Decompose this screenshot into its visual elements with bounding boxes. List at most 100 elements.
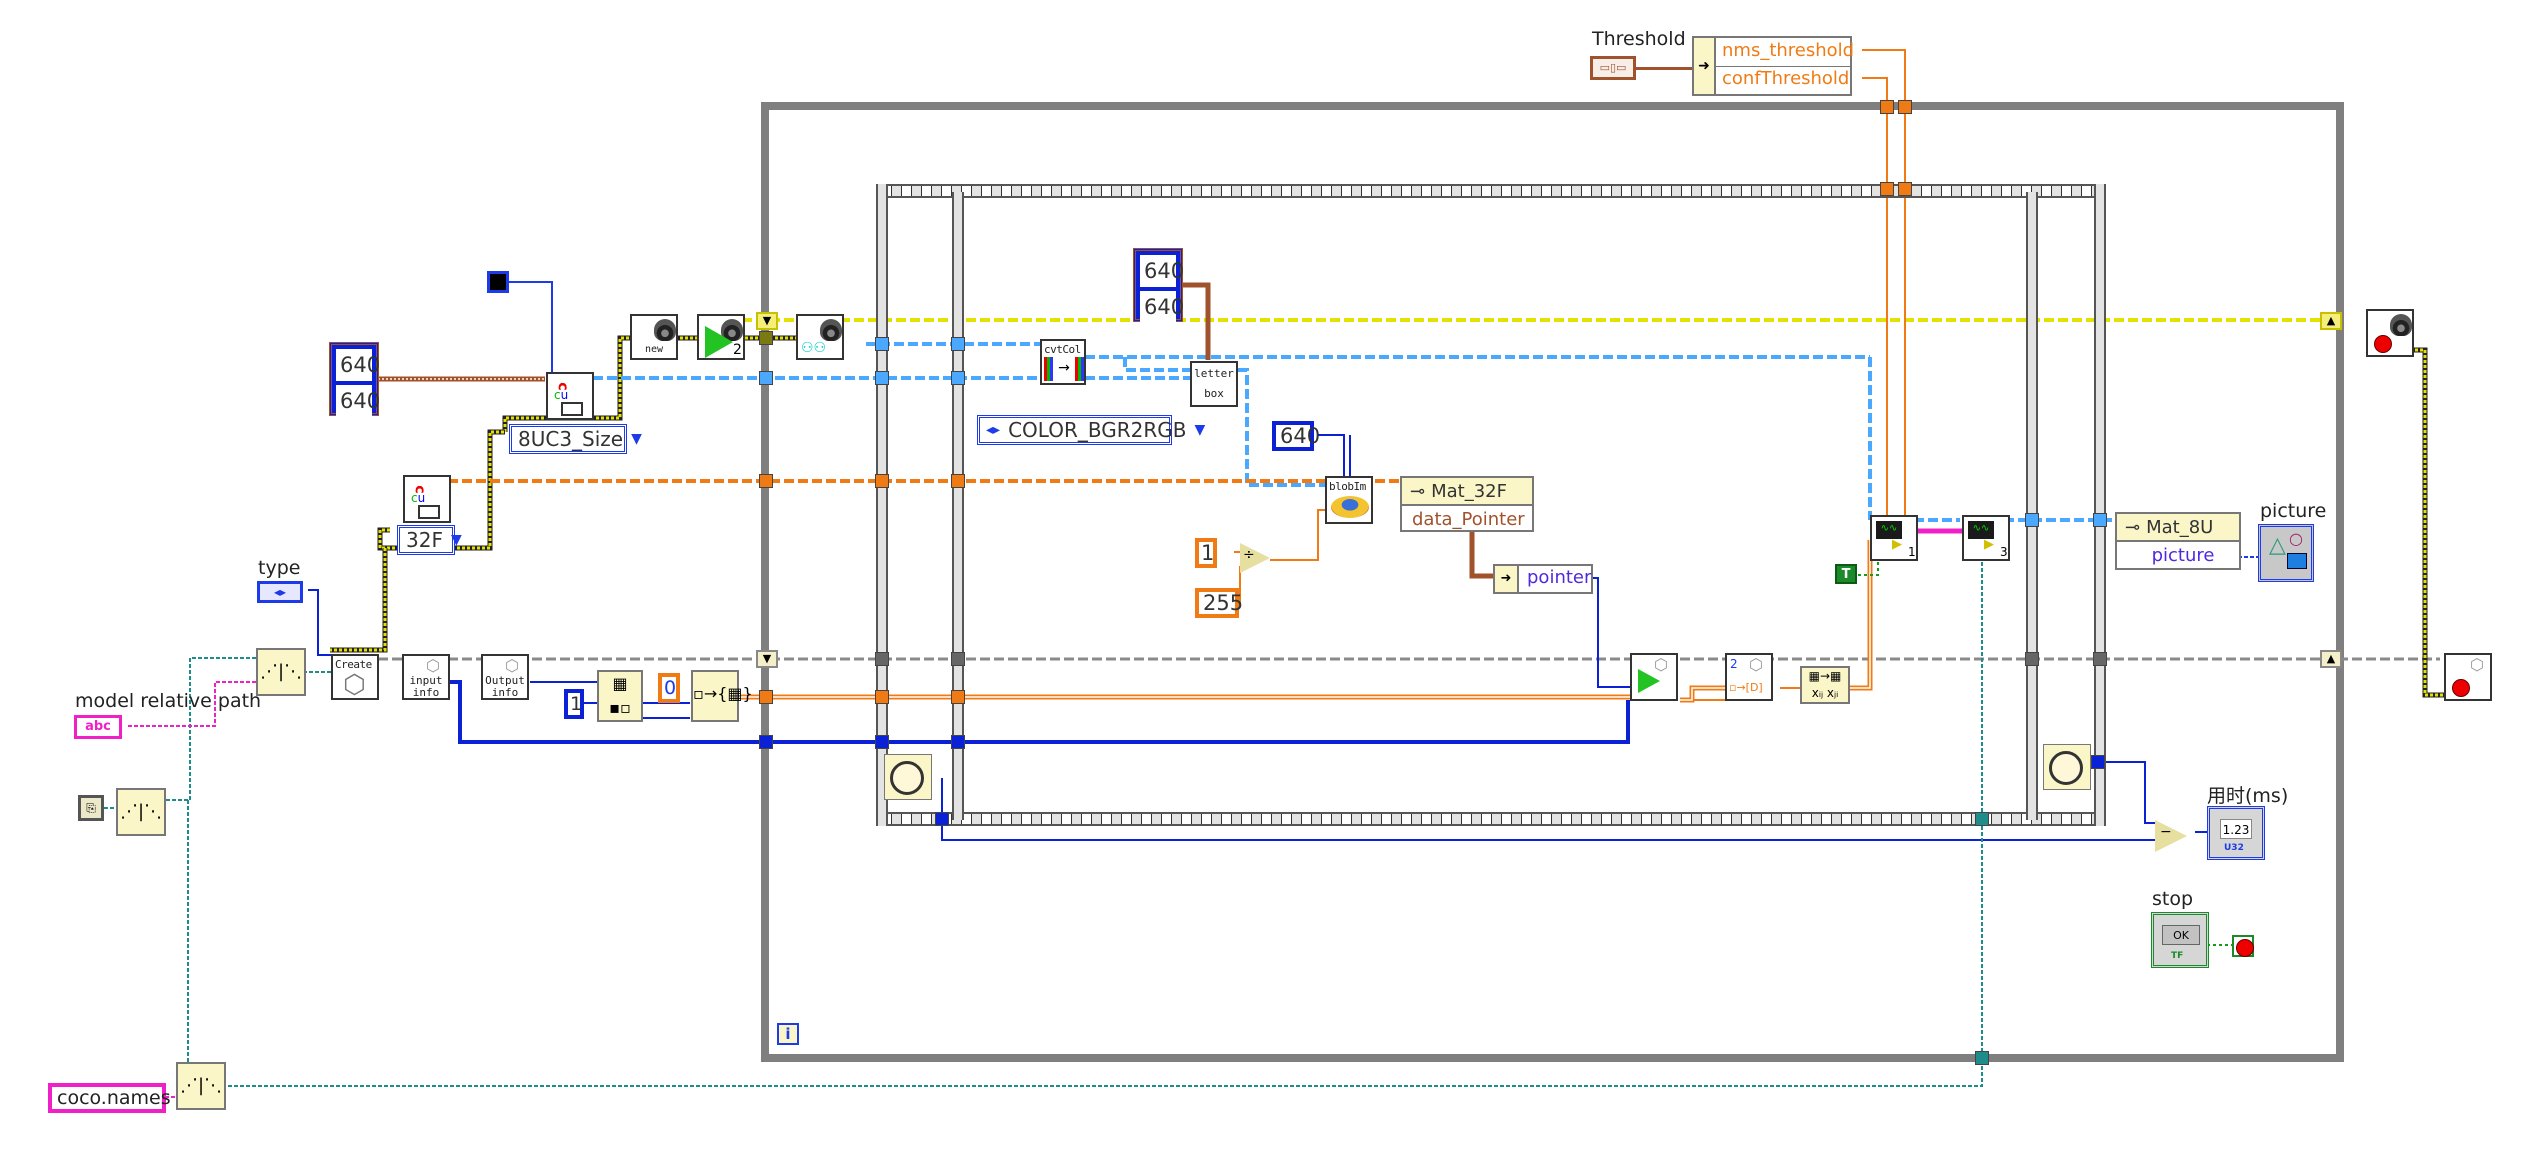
build-path-node-1[interactable]: ⋰|⋱ xyxy=(116,788,166,836)
mat32f-property-node[interactable]: ⊸ Mat_32F data_Pointer xyxy=(1400,476,1534,532)
mat-type-ring-8uc3[interactable]: 8UC3_Size ▼ xyxy=(509,424,642,454)
tunnel xyxy=(875,337,889,351)
build-path-node-2[interactable]: ⋰|⋱ xyxy=(256,648,306,696)
shift-register-camera-left[interactable]: ▼ xyxy=(756,312,778,330)
tunnel xyxy=(951,474,965,488)
threshold-unbundle[interactable]: ➜ nms_threshold confThreshold xyxy=(1692,36,1854,96)
divide-numerator-constant[interactable]: 1 xyxy=(1195,538,1217,568)
initialize-array-node[interactable]: ▫→{▦} xyxy=(691,670,753,722)
dnn-icon: ⬡ xyxy=(1749,655,1763,674)
app-dir-node[interactable]: ⎘ xyxy=(78,795,104,821)
wire-tensor-array xyxy=(740,540,1873,703)
iteration-terminal: i xyxy=(777,1023,799,1045)
class-name: Mat_32F xyxy=(1431,480,1507,502)
model-path-control[interactable]: abc xyxy=(74,715,122,739)
color-conversion-ring[interactable]: ◂▸ COLOR_BGR2RGB ▼ xyxy=(977,415,1205,445)
boolean-true-constant[interactable]: T xyxy=(1835,564,1857,584)
index-zero-constant[interactable]: 0 xyxy=(658,673,680,703)
picture-indicator[interactable]: △ ○ xyxy=(2258,524,2314,582)
tunnel xyxy=(875,371,889,385)
camera-start-node[interactable]: 2 xyxy=(697,314,745,360)
dnn-icon: ⬡ xyxy=(505,656,519,675)
field-nms-threshold[interactable]: nms_threshold xyxy=(1722,40,1854,61)
property-data-pointer[interactable]: data_Pointer xyxy=(1402,506,1532,532)
size-width[interactable]: 640 xyxy=(336,349,380,381)
tick-count-start[interactable] xyxy=(884,754,932,800)
divide-denominator-constant[interactable]: 255 xyxy=(1195,588,1243,618)
stop-button-control[interactable]: OK TF xyxy=(2151,912,2209,968)
reshape-array-node[interactable]: ▦ ▪▫ xyxy=(597,670,643,722)
mat8u-property-node[interactable]: ⊸ Mat_8U picture xyxy=(2115,512,2241,570)
loop-condition-terminal[interactable] xyxy=(2232,935,2254,957)
color-scalar-constant[interactable] xyxy=(487,271,509,293)
dnn-get-output-node[interactable]: 2 ⬡ ▫→[D] xyxy=(1725,653,1773,701)
draw-result-node-3[interactable]: ∿∿ ▶ 3 xyxy=(1962,515,2010,561)
draw-result-node-1[interactable]: ∿∿ ▶ 1 xyxy=(1870,515,1918,561)
ring-value: COLOR_BGR2RGB xyxy=(1008,418,1187,442)
node-caption: blobIm xyxy=(1329,480,1366,493)
dnn-release-node[interactable]: ⬡ xyxy=(2444,653,2492,701)
size-cluster-constant[interactable]: 640 640 xyxy=(329,342,380,417)
divider xyxy=(1716,66,1852,67)
array-output-icon: ▫→[D] xyxy=(1729,681,1763,694)
node-caption: letter xyxy=(1194,367,1234,380)
size-width[interactable]: 640 xyxy=(1140,255,1184,287)
tunnel xyxy=(1975,812,1989,826)
mat-type-ring-32f[interactable]: 32F ▼ xyxy=(397,525,462,555)
elapsed-indicator[interactable]: 1.23 U32 xyxy=(2207,806,2265,860)
build-path-node-3[interactable]: ⋰|⋱ xyxy=(176,1062,226,1110)
elapsed-value: 1.23 xyxy=(2220,819,2252,839)
camera-close-node[interactable] xyxy=(2366,309,2414,357)
tunnel xyxy=(2093,513,2107,527)
dnn-infer-node[interactable]: ⬡ xyxy=(1630,653,1678,701)
blob-size-constant[interactable]: 640 xyxy=(1272,421,1320,451)
tunnel xyxy=(2091,755,2105,769)
node-caption: info xyxy=(491,686,519,699)
type-control[interactable]: ◂▸ xyxy=(257,581,303,603)
blob-from-image-node[interactable]: blobIm xyxy=(1325,476,1373,524)
threshold-label: Threshold xyxy=(1592,28,1686,50)
ring-value: 32F xyxy=(406,528,443,552)
dnn-create-node[interactable]: Create ⬡ xyxy=(331,654,379,700)
field-conf-threshold[interactable]: confThreshold xyxy=(1722,68,1849,89)
size-height[interactable]: 640 xyxy=(336,385,380,417)
camera-read-node[interactable]: ⚇⚇ xyxy=(796,314,844,360)
transpose-array-node[interactable]: ▦→▦ xᵢⱼ xⱼᵢ xyxy=(1800,666,1850,704)
pointer-bundle-node[interactable]: ➜ pointer xyxy=(1493,564,1593,594)
shift-register-dnn-right[interactable]: ▲ xyxy=(2320,650,2342,668)
ring-value: 8UC3_Size xyxy=(518,427,624,451)
dnn-output-info-node[interactable]: ⬡ Output info xyxy=(481,654,529,700)
coco-names-constant[interactable]: coco.names xyxy=(48,1083,171,1113)
threshold-control[interactable]: ▭▯▭ xyxy=(1590,56,1636,80)
picture-icon: △ xyxy=(2269,533,2286,558)
dnn-icon: ⬡ xyxy=(343,670,366,700)
node-caption: box xyxy=(1204,387,1224,400)
tick-count-end[interactable] xyxy=(2043,744,2091,790)
field-pointer[interactable]: pointer xyxy=(1527,567,1591,588)
dnn-input-info-node[interactable]: ⬡ input info xyxy=(402,654,450,700)
cvtcolor-node[interactable]: cvtCol → xyxy=(1040,339,1086,385)
wire-integer xyxy=(308,434,2210,841)
reshape-one-constant[interactable]: 1 xyxy=(564,689,584,719)
letterbox-node[interactable]: letter box xyxy=(1190,361,1238,407)
type-badge: TF xyxy=(2171,951,2184,961)
draw-arrow-icon: ▶ xyxy=(1984,537,1994,552)
tunnel xyxy=(951,337,965,351)
picture-label: picture xyxy=(2260,500,2327,522)
wire-threshold xyxy=(1636,67,1694,70)
property-picture[interactable]: picture xyxy=(2117,542,2239,568)
sequence-frame-top xyxy=(876,184,2105,198)
mat-create-8uc3-node[interactable]: ᴒ cu xyxy=(546,372,594,420)
class-name: Mat_8U xyxy=(2146,516,2214,538)
stop-dot-icon xyxy=(2452,679,2470,697)
mat-create-32f-node[interactable]: ᴒ cu xyxy=(403,475,451,523)
size-height[interactable]: 640 xyxy=(1140,291,1184,323)
shift-register-dnn-left[interactable]: ▼ xyxy=(756,650,778,668)
shift-register-camera-right[interactable]: ▲ xyxy=(2320,312,2342,330)
tunnel xyxy=(1898,182,1912,196)
output-index: 2 xyxy=(1730,657,1738,671)
tunnel xyxy=(759,371,773,385)
letterbox-size-constant[interactable]: 640 640 xyxy=(1133,248,1184,323)
sequence-frame-bottom xyxy=(876,812,2105,826)
camera-new-node[interactable]: new xyxy=(630,314,678,360)
